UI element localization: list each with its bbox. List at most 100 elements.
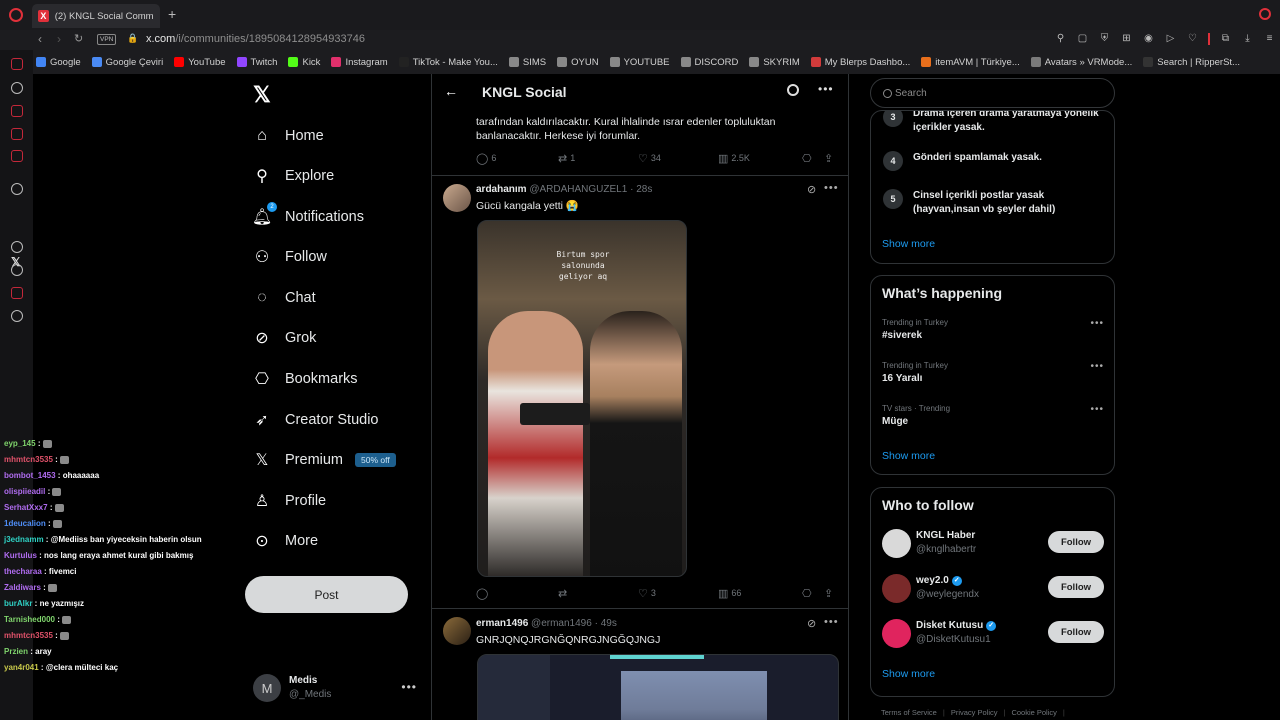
avatar[interactable]	[443, 184, 471, 212]
show-more-link[interactable]: Show more	[882, 668, 935, 680]
nav-item-chat[interactable]: ◌ Chat	[253, 283, 315, 313]
like-button[interactable]: ♡ 3	[638, 587, 718, 600]
tweet-time[interactable]: 49s	[601, 618, 617, 629]
play-icon[interactable]: ▷	[1164, 33, 1177, 45]
suggested-account[interactable]: wey2.0 ✓ @weylegendx Follow	[882, 572, 1104, 608]
views-button[interactable]: ▥ 2.5K	[718, 152, 802, 165]
sidebar-cube-icon[interactable]	[11, 287, 23, 299]
repost-button[interactable]: ⇄ 1	[558, 152, 638, 165]
avatar[interactable]	[882, 574, 911, 603]
footer-link[interactable]: Cookie Policy	[1011, 708, 1056, 717]
tweet-photo[interactable]: Birtum spor salonunda geliyor aq	[477, 220, 687, 577]
nav-item-profile[interactable]: ♙ Profile	[253, 486, 326, 516]
extensions-icon[interactable]: ⧉	[1219, 33, 1232, 45]
avatar[interactable]	[882, 529, 911, 558]
heart-icon[interactable]: ♡	[1186, 33, 1199, 45]
follow-button[interactable]: Follow	[1048, 621, 1104, 643]
show-more-link[interactable]: Show more	[882, 238, 935, 250]
sidebar-settings-icon[interactable]	[11, 310, 23, 322]
share-button[interactable]: ⇪	[824, 152, 833, 165]
bookmark-item[interactable]: Avatars » VRMode...	[1030, 57, 1132, 68]
bookmark-button[interactable]: ⎔	[802, 587, 824, 600]
avatar[interactable]	[882, 619, 911, 648]
bookmark-item[interactable]: Kick	[288, 57, 320, 68]
nav-item-explore[interactable]: ⚲ Explore	[253, 161, 334, 191]
lock-icon[interactable]: 🔒	[127, 33, 138, 44]
more-icon[interactable]: •••	[824, 616, 839, 628]
bookmark-item[interactable]: SIMS	[508, 57, 546, 68]
bookmark-item[interactable]: SKYRIM	[749, 57, 800, 68]
camera-icon[interactable]: ◉	[1142, 33, 1155, 45]
trend-item[interactable]: TV stars · Trending Müge •••	[882, 404, 1104, 427]
like-button[interactable]: ♡ 34	[638, 152, 718, 165]
author-handle[interactable]: @ARDAHANGUZEL1	[529, 184, 627, 195]
forward-arrow-icon[interactable]: ›	[57, 32, 61, 46]
sidebar-wallet-icon[interactable]	[11, 150, 23, 162]
trend-item[interactable]: Trending in Turkey #siverek •••	[882, 318, 1104, 341]
translate-icon[interactable]: ⊞	[1120, 33, 1133, 45]
footer-link[interactable]: Privacy Policy	[951, 708, 998, 717]
author-name[interactable]: ardahanım	[476, 184, 527, 195]
views-button[interactable]: ▥ 66	[718, 587, 802, 600]
more-icon[interactable]: •••	[824, 182, 839, 194]
sidebar-bag-icon[interactable]	[11, 105, 23, 117]
nav-item-more[interactable]: ⊙ More	[253, 526, 318, 556]
sidebar-game-icon[interactable]	[11, 128, 23, 140]
more-icon[interactable]: •••	[1090, 361, 1104, 372]
avatar[interactable]	[443, 617, 471, 645]
sidebar-clock-icon[interactable]	[11, 264, 23, 276]
nav-item-bookmarks[interactable]: ⎔ Bookmarks	[253, 364, 358, 394]
adblock-icon[interactable]: ⛨	[1098, 33, 1111, 45]
reply-button[interactable]: ◯ 6	[476, 152, 558, 165]
post-button[interactable]: Post	[245, 576, 408, 613]
show-more-link[interactable]: Show more	[882, 450, 935, 462]
more-icon[interactable]: •••	[1090, 318, 1104, 329]
sidebar-mail-icon[interactable]	[11, 58, 23, 70]
grok-icon[interactable]: ⊘	[807, 183, 816, 196]
grok-icon[interactable]: ⊘	[807, 617, 816, 630]
sidebar-history-icon[interactable]	[11, 82, 23, 94]
bookmark-item[interactable]: DISCORD	[680, 57, 738, 68]
more-icon[interactable]: •••	[1090, 404, 1104, 415]
nav-item-creator-studio[interactable]: ➶ Creator Studio	[253, 405, 378, 435]
bookmark-item[interactable]: itemAVM | Türkiye...	[921, 57, 1020, 68]
reload-icon[interactable]: ↻	[74, 32, 83, 45]
trend-item[interactable]: Trending in Turkey 16 Yaralı •••	[882, 361, 1104, 384]
suggested-account[interactable]: Disket Kutusu ✓ @DisketKutusu1 Follow	[882, 617, 1104, 653]
tweet[interactable]: ardahanım @ARDAHANGUZEL1 · 28s ⊘ ••• Güc…	[432, 175, 848, 606]
nav-item-notifications[interactable]: 🔔︎ 2 Notifications	[252, 202, 364, 232]
suggested-account[interactable]: KNGL Haber @knglhabertr Follow	[882, 527, 1104, 563]
sidebar-chatgpt-icon[interactable]	[11, 183, 23, 195]
bookmark-item[interactable]: YOUTUBE	[609, 57, 670, 68]
author-handle[interactable]: @erman1496	[531, 618, 592, 629]
nav-item-home[interactable]: ⌂ Home	[253, 121, 324, 151]
search-icon[interactable]	[787, 84, 799, 96]
account-switcher[interactable]: M Medis @_Medis •••	[253, 674, 423, 704]
bookmark-item[interactable]: Twitch	[236, 57, 277, 68]
new-tab-icon[interactable]: +	[168, 7, 176, 21]
author-name[interactable]: erman1496	[476, 618, 528, 629]
bookmark-item[interactable]: Search | RipperSt...	[1143, 57, 1240, 68]
nav-item-grok[interactable]: ⊘ Grok	[253, 323, 316, 353]
share-button[interactable]: ⇪	[824, 587, 833, 600]
more-icon[interactable]: •••	[818, 82, 834, 96]
snapshot-icon[interactable]: ▢	[1076, 33, 1089, 45]
nav-item-premium[interactable]: 𝕏 Premium 50% off	[253, 445, 396, 475]
url-field[interactable]: x.com/i/communities/1895084128954933746	[146, 33, 365, 45]
back-arrow-icon[interactable]: ←	[444, 83, 458, 99]
browser-tab[interactable]: X (2) KNGL Social Communi	[32, 4, 160, 28]
account-more-icon[interactable]: •••	[401, 680, 417, 694]
bookmark-item[interactable]: YouTube	[174, 57, 226, 68]
bookmark-item[interactable]: Google Çeviri	[91, 57, 163, 68]
download-icon[interactable]: ⤓	[1241, 33, 1254, 45]
tweet-time[interactable]: 28s	[636, 184, 652, 195]
menu-icon[interactable]: ≡	[1263, 33, 1276, 45]
vpn-badge[interactable]: VPN	[97, 34, 117, 45]
follow-button[interactable]: Follow	[1048, 531, 1104, 553]
bookmark-item[interactable]: OYUN	[557, 57, 599, 68]
tab-search-icon[interactable]	[1259, 8, 1271, 20]
sidebar-player-icon[interactable]	[11, 241, 23, 253]
reply-button[interactable]: ◯	[476, 587, 558, 600]
bookmark-item[interactable]: TikTok - Make You...	[398, 57, 498, 68]
tweet-video[interactable]	[477, 654, 839, 720]
